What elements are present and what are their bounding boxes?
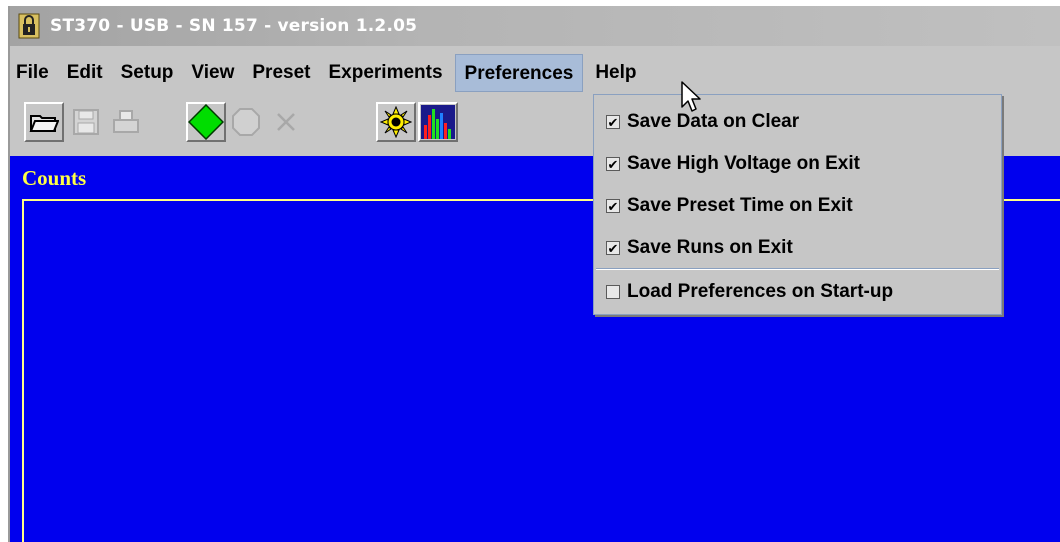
save-button[interactable] <box>66 102 106 142</box>
clear-button[interactable] <box>266 102 306 142</box>
pref-save-preset-time-on-exit[interactable]: ✔ Save Preset Time on Exit <box>594 185 1001 227</box>
stop-octagon-icon <box>232 108 260 136</box>
pref-save-runs-on-exit[interactable]: ✔ Save Runs on Exit <box>594 227 1001 269</box>
menu-edit[interactable]: Edit <box>58 54 112 92</box>
save-disk-icon <box>73 109 99 135</box>
histogram-bars-icon <box>421 105 455 139</box>
menu-preset[interactable]: Preset <box>243 54 319 92</box>
checkbox-checked[interactable]: ✔ <box>606 157 620 171</box>
pref-load-preferences-on-startup[interactable]: Load Preferences on Start-up <box>594 271 1001 313</box>
pref-label: Save Preset Time on Exit <box>627 195 853 216</box>
checkbox-unchecked[interactable] <box>606 285 620 299</box>
title-bar[interactable]: ST370 - USB - SN 157 - version 1.2.05 <box>10 6 1060 46</box>
pref-label: Save High Voltage on Exit <box>627 153 860 174</box>
app-window: ST370 - USB - SN 157 - version 1.2.05 Fi… <box>8 6 1060 542</box>
app-lock-icon <box>18 13 42 39</box>
menu-file[interactable]: File <box>10 54 58 92</box>
window-title: ST370 - USB - SN 157 - version 1.2.05 <box>50 16 418 36</box>
high-voltage-sun-icon <box>380 106 412 138</box>
menu-help[interactable]: Help <box>586 54 645 92</box>
high-voltage-button[interactable] <box>376 102 416 142</box>
open-folder-icon <box>29 115 59 132</box>
menu-experiments[interactable]: Experiments <box>319 54 451 92</box>
preferences-dropdown: ✔ Save Data on Clear ✔ Save High Voltage… <box>593 94 1002 315</box>
clear-x-icon <box>277 113 295 131</box>
mouse-pointer-icon <box>681 81 701 112</box>
start-diamond-icon <box>188 104 224 140</box>
stop-button[interactable] <box>226 102 266 142</box>
pref-label: Load Preferences on Start-up <box>627 281 894 302</box>
counts-label: Counts <box>22 166 87 190</box>
menu-bar: File Edit Setup View Preset Experiments … <box>10 54 1060 92</box>
menu-separator <box>596 268 999 270</box>
menu-preferences[interactable]: Preferences <box>454 54 584 92</box>
start-button[interactable] <box>186 102 226 142</box>
checkbox-checked[interactable]: ✔ <box>606 115 620 129</box>
pref-label: Save Runs on Exit <box>627 237 793 258</box>
checkbox-checked[interactable]: ✔ <box>606 199 620 213</box>
checkbox-checked[interactable]: ✔ <box>606 241 620 255</box>
pref-save-high-voltage-on-exit[interactable]: ✔ Save High Voltage on Exit <box>594 143 1001 185</box>
menu-setup[interactable]: Setup <box>112 54 183 92</box>
print-button[interactable] <box>106 102 146 142</box>
histogram-button[interactable] <box>418 102 458 142</box>
print-icon <box>113 110 139 133</box>
pref-label: Save Data on Clear <box>627 111 800 132</box>
open-button[interactable] <box>24 102 64 142</box>
pref-save-data-on-clear[interactable]: ✔ Save Data on Clear <box>594 101 1001 143</box>
menu-view[interactable]: View <box>182 54 243 92</box>
